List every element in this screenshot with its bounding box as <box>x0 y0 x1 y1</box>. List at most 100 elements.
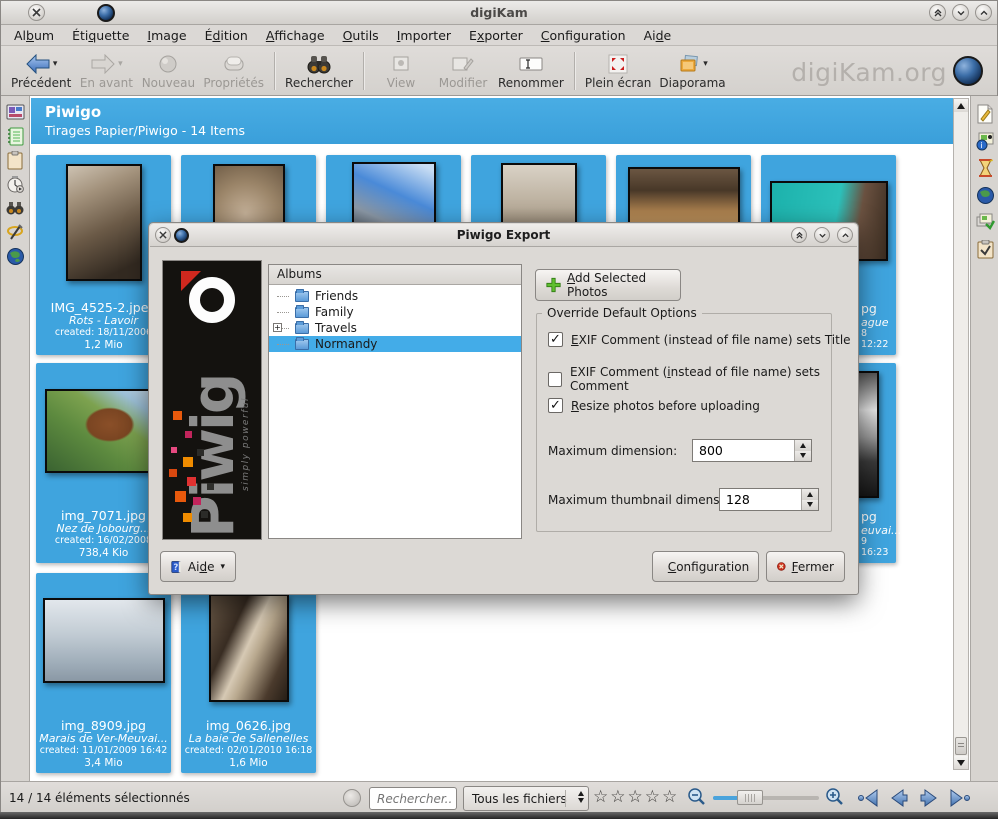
menu-configuration[interactable]: Configuration <box>532 26 635 45</box>
album-item-normandy[interactable]: Normandy <box>269 336 521 352</box>
vertical-scrollbar[interactable] <box>953 98 969 770</box>
view-button[interactable]: View <box>374 48 428 94</box>
checkbox-unchecked[interactable] <box>548 372 562 387</box>
file-filter-select[interactable]: Tous les fichiers <box>463 786 589 811</box>
checkbox-checked[interactable]: ✓ <box>548 332 563 347</box>
album-item-travels[interactable]: + Travels <box>269 320 521 336</box>
max-thumbnail-spinbox[interactable] <box>719 488 819 511</box>
window-shade-button[interactable] <box>929 4 946 21</box>
max-dimension-input[interactable] <box>693 440 794 461</box>
scrollbar-thumb[interactable] <box>955 737 967 755</box>
dialog-maximize-button[interactable] <box>837 227 853 243</box>
menu-importer[interactable]: Importer <box>388 26 460 45</box>
geolocation-tab-icon[interactable] <box>975 185 995 205</box>
main-toolbar: ▾ Précédent ▾ En avant Nouveau Propriété… <box>1 46 997 96</box>
add-selected-photos-button[interactable]: Add Selected Photos <box>535 269 681 301</box>
spin-up-button[interactable] <box>802 489 818 500</box>
menu-album[interactable]: Album <box>5 26 63 45</box>
selection-status: 14 / 14 éléments sélectionnés <box>9 791 190 805</box>
menu-edition[interactable]: Édition <box>196 26 257 45</box>
forward-button[interactable]: ▾ En avant <box>79 48 133 94</box>
albums-panel: Albums Friends Family + Travels Norm <box>268 264 522 539</box>
dialog-minimize-button[interactable] <box>814 227 830 243</box>
status-bar: 14 / 14 éléments sélectionnés Tous les f… <box>1 781 998 813</box>
menu-affichage[interactable]: Affichage <box>257 26 334 45</box>
zoom-in-icon[interactable] <box>825 787 845 807</box>
zoom-out-icon[interactable] <box>687 787 707 807</box>
menu-aide[interactable]: Aide <box>635 26 681 45</box>
fuzzy-search-icon[interactable] <box>5 222 25 242</box>
colors-tab-icon[interactable] <box>975 158 995 178</box>
rating-stars[interactable]: ☆☆☆☆☆ <box>593 787 679 807</box>
max-thumbnail-input[interactable] <box>720 489 801 510</box>
menu-outils[interactable]: Outils <box>334 26 388 45</box>
menu-image[interactable]: Image <box>138 26 195 45</box>
properties-tab-icon[interactable] <box>975 104 995 124</box>
metadata-tab-icon[interactable]: i <box>975 131 995 151</box>
zoom-slider-handle[interactable] <box>737 790 763 805</box>
file-filter-value: Tous les fichiers <box>472 792 567 806</box>
menu-bar: Album Étiquette Image Édition Affichage … <box>1 25 997 46</box>
scroll-up-button[interactable] <box>954 99 968 112</box>
triangle-down-icon <box>957 760 965 766</box>
help-button[interactable]: ? Aide ▾ <box>160 551 236 582</box>
album-item-friends[interactable]: Friends <box>269 288 521 304</box>
rename-button[interactable]: Renommer <box>498 48 564 94</box>
thumbnail-card[interactable]: img_0626.jpg La baie de Sallenelles crea… <box>181 573 316 773</box>
menu-etiquette[interactable]: Étiquette <box>63 26 138 45</box>
resize-checkbox-row: ✓ Resize photos before uploading <box>548 398 760 413</box>
chevron-up-icon <box>979 8 989 18</box>
window-maximize-button[interactable] <box>975 4 992 21</box>
photo-thumbnail <box>43 598 165 683</box>
captions-icon[interactable] <box>5 150 25 170</box>
previous-dropdown-arrow[interactable]: ▾ <box>53 59 58 69</box>
album-item-family[interactable]: Family <box>269 304 521 320</box>
previous-button[interactable]: ▾ Précédent <box>11 48 71 94</box>
slideshow-button[interactable]: ▾ Diaporama <box>659 48 725 94</box>
svg-text:?: ? <box>173 563 178 573</box>
window-minimize-button[interactable] <box>952 4 969 21</box>
search-input[interactable] <box>369 787 457 810</box>
right-sidebar: i <box>970 96 998 781</box>
zoom-slider[interactable] <box>713 796 819 800</box>
tags-icon[interactable] <box>5 126 25 146</box>
next-item-button[interactable] <box>917 788 941 808</box>
new-album-button[interactable]: Nouveau <box>141 48 195 94</box>
photo-size: 1,6 Mio <box>184 757 313 769</box>
dialog-shade-button[interactable] <box>791 227 807 243</box>
view-icon <box>391 55 411 73</box>
edit-button[interactable]: Modifier <box>436 48 490 94</box>
properties-button[interactable]: Propriétés <box>203 48 264 94</box>
digikam-window: digiKam Album Étiquette Image Édition Af… <box>0 0 998 813</box>
slideshow-dropdown-arrow[interactable]: ▾ <box>703 59 708 69</box>
albums-icon[interactable] <box>5 102 25 122</box>
menu-exporter[interactable]: Exporter <box>460 26 532 45</box>
tags-tab-icon[interactable] <box>975 212 995 232</box>
album-subtitle: Tirages Papier/Piwigo - 14 Items <box>45 123 245 138</box>
thumbnail-card[interactable]: img_8909.jpg Marais de Ver-Meuvai... cre… <box>36 573 171 773</box>
last-item-button[interactable] <box>947 788 971 808</box>
search-button[interactable]: Rechercher <box>285 48 353 94</box>
configuration-button[interactable]: Configuration <box>652 551 759 582</box>
filters-tab-icon[interactable] <box>975 239 995 259</box>
max-dimension-spinbox[interactable] <box>692 439 812 462</box>
spin-down-button[interactable] <box>795 451 811 462</box>
previous-item-button[interactable] <box>887 788 911 808</box>
dates-icon[interactable] <box>5 174 25 194</box>
svg-text:i: i <box>981 141 983 150</box>
spin-down-button[interactable] <box>802 500 818 511</box>
piwigo-logo-o <box>189 277 235 323</box>
properties-icon <box>222 55 246 73</box>
dialog-title: Piwigo Export <box>150 228 857 242</box>
first-item-button[interactable] <box>857 788 881 808</box>
scroll-down-button[interactable] <box>954 756 968 769</box>
checkbox-checked[interactable]: ✓ <box>548 398 563 413</box>
photo-created: created: 11/01/2009 16:42 <box>39 746 168 757</box>
map-icon[interactable] <box>5 246 25 266</box>
fullscreen-button[interactable]: Plein écran <box>585 48 652 94</box>
chevron-down-icon <box>956 8 966 18</box>
search-sidebar-icon[interactable] <box>5 198 25 218</box>
spin-up-button[interactable] <box>795 440 811 451</box>
tree-expand-icon[interactable]: + <box>273 323 282 332</box>
close-dialog-button[interactable]: Fermer <box>766 551 845 582</box>
